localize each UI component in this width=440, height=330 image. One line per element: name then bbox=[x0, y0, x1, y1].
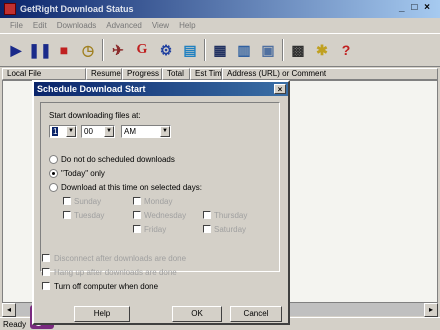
disconnect-checkbox[interactable] bbox=[42, 254, 50, 262]
day-label: Tuesday bbox=[74, 211, 105, 220]
toolbar-separator bbox=[102, 39, 104, 61]
chevron-down-icon[interactable]: ▼ bbox=[66, 126, 76, 137]
day-checkbox[interactable] bbox=[63, 197, 71, 205]
monitor-icon[interactable]: ▤ bbox=[180, 39, 200, 61]
col-total[interactable]: Total bbox=[162, 68, 190, 80]
help-button[interactable]: Help bbox=[74, 306, 130, 322]
getright-app-icon bbox=[4, 3, 16, 15]
toolbar-separator bbox=[282, 39, 284, 61]
options-icon[interactable]: G bbox=[132, 39, 152, 61]
day-checkbox[interactable] bbox=[133, 211, 141, 219]
calendar-icon[interactable]: ▥ bbox=[234, 39, 254, 61]
day-checkbox[interactable] bbox=[133, 225, 141, 233]
ok-button[interactable]: OK bbox=[172, 306, 222, 322]
hour-select[interactable]: 1 ▼ bbox=[49, 125, 77, 138]
stop-icon[interactable]: ■ bbox=[54, 39, 74, 61]
start-label: Start downloading files at: bbox=[49, 111, 141, 120]
day-label: Saturday bbox=[214, 225, 247, 234]
radio-selected-days[interactable] bbox=[49, 183, 58, 192]
hangup-checkbox[interactable] bbox=[42, 268, 50, 276]
radio-today-only[interactable] bbox=[49, 169, 58, 178]
col-est-time[interactable]: Est Time bbox=[190, 68, 222, 80]
close-icon[interactable]: × bbox=[274, 84, 286, 94]
help-icon[interactable]: ? bbox=[336, 39, 356, 61]
col-progress[interactable]: Progress bbox=[122, 68, 162, 80]
day-label: Wednesday bbox=[144, 211, 187, 220]
radio-today-only-label: "Today" only bbox=[61, 169, 105, 178]
folder-icon[interactable]: ▣ bbox=[258, 39, 278, 61]
minute-select[interactable]: 00 ▼ bbox=[81, 125, 115, 138]
day-label: Monday bbox=[144, 197, 173, 206]
ampm-select[interactable]: AM ▼ bbox=[121, 125, 171, 138]
dialog-title-bar: Schedule Download Start × bbox=[34, 82, 288, 96]
menu-downloads[interactable]: Downloads bbox=[57, 21, 97, 30]
resume-icon[interactable]: ▶ bbox=[6, 39, 26, 61]
day-checkbox[interactable] bbox=[203, 225, 211, 233]
schedule-dialog: Schedule Download Start × Start download… bbox=[32, 80, 290, 325]
calendar-icon[interactable]: ▩ bbox=[288, 39, 308, 61]
col-resume[interactable]: Resume bbox=[86, 68, 122, 80]
disconnect-label: Disconnect after downloads are done bbox=[54, 254, 187, 263]
window-title: GetRight Download Status bbox=[20, 4, 134, 14]
dialog-title: Schedule Download Start bbox=[37, 84, 146, 94]
help-icon[interactable]: ✱ bbox=[312, 39, 332, 61]
radio-no-schedule[interactable] bbox=[49, 155, 58, 164]
toolbar-separator bbox=[204, 39, 206, 61]
chevron-down-icon[interactable]: ▼ bbox=[160, 126, 170, 137]
getright-icon[interactable]: ✈ bbox=[108, 39, 128, 61]
minute-value: 00 bbox=[84, 127, 93, 136]
toolbar: ▶ ❚❚ ■ ◷ ✈ G ⚙ ▤ ▦ ▥ ▣ ▩ ✱ ? bbox=[0, 33, 440, 67]
day-label: Friday bbox=[144, 225, 167, 234]
scroll-right-icon[interactable]: ▸ bbox=[424, 303, 438, 317]
window-controls[interactable]: _ □ × bbox=[399, 2, 432, 13]
menu-help[interactable]: Help bbox=[179, 21, 195, 30]
ampm-value: AM bbox=[124, 127, 136, 136]
hour-value: 1 bbox=[52, 127, 59, 136]
title-bar: GetRight Download Status _ □ × bbox=[0, 0, 440, 18]
menu-edit[interactable]: Edit bbox=[33, 21, 47, 30]
menu-view[interactable]: View bbox=[152, 21, 169, 30]
menu-file[interactable]: File bbox=[10, 21, 23, 30]
day-label: Sunday bbox=[74, 197, 102, 206]
col-local-file[interactable]: Local File bbox=[2, 68, 86, 80]
dialog-body: Start downloading files at: 1 ▼ 00 ▼ AM … bbox=[40, 102, 280, 272]
chevron-down-icon[interactable]: ▼ bbox=[104, 126, 114, 137]
menu-advanced[interactable]: Advanced bbox=[106, 21, 142, 30]
scroll-left-icon[interactable]: ◂ bbox=[2, 303, 16, 317]
cancel-button[interactable]: Cancel bbox=[230, 306, 282, 322]
radio-no-schedule-label: Do not do scheduled downloads bbox=[61, 155, 175, 164]
turn-off-checkbox[interactable] bbox=[42, 282, 50, 290]
hangup-label: Hang up after downloads are done bbox=[54, 268, 177, 277]
col-address[interactable]: Address (URL) or Comment bbox=[222, 68, 438, 80]
day-label: Thursday bbox=[214, 211, 248, 220]
day-checkbox[interactable] bbox=[133, 197, 141, 205]
menu-bar: File Edit Downloads Advanced View Help bbox=[0, 18, 440, 32]
pause-icon[interactable]: ❚❚ bbox=[28, 39, 51, 61]
column-headers: Local File Resume Progress Total Est Tim… bbox=[2, 68, 438, 80]
day-checkbox[interactable] bbox=[63, 211, 71, 219]
browse-icon[interactable]: ▦ bbox=[210, 39, 230, 61]
turn-off-label: Turn off computer when done bbox=[54, 282, 159, 291]
day-checkbox[interactable] bbox=[203, 211, 211, 219]
config-icon[interactable]: ⚙ bbox=[156, 39, 176, 61]
schedule-icon[interactable]: ◷ bbox=[78, 39, 98, 61]
radio-selected-days-label: Download at this time on selected days: bbox=[61, 183, 202, 192]
